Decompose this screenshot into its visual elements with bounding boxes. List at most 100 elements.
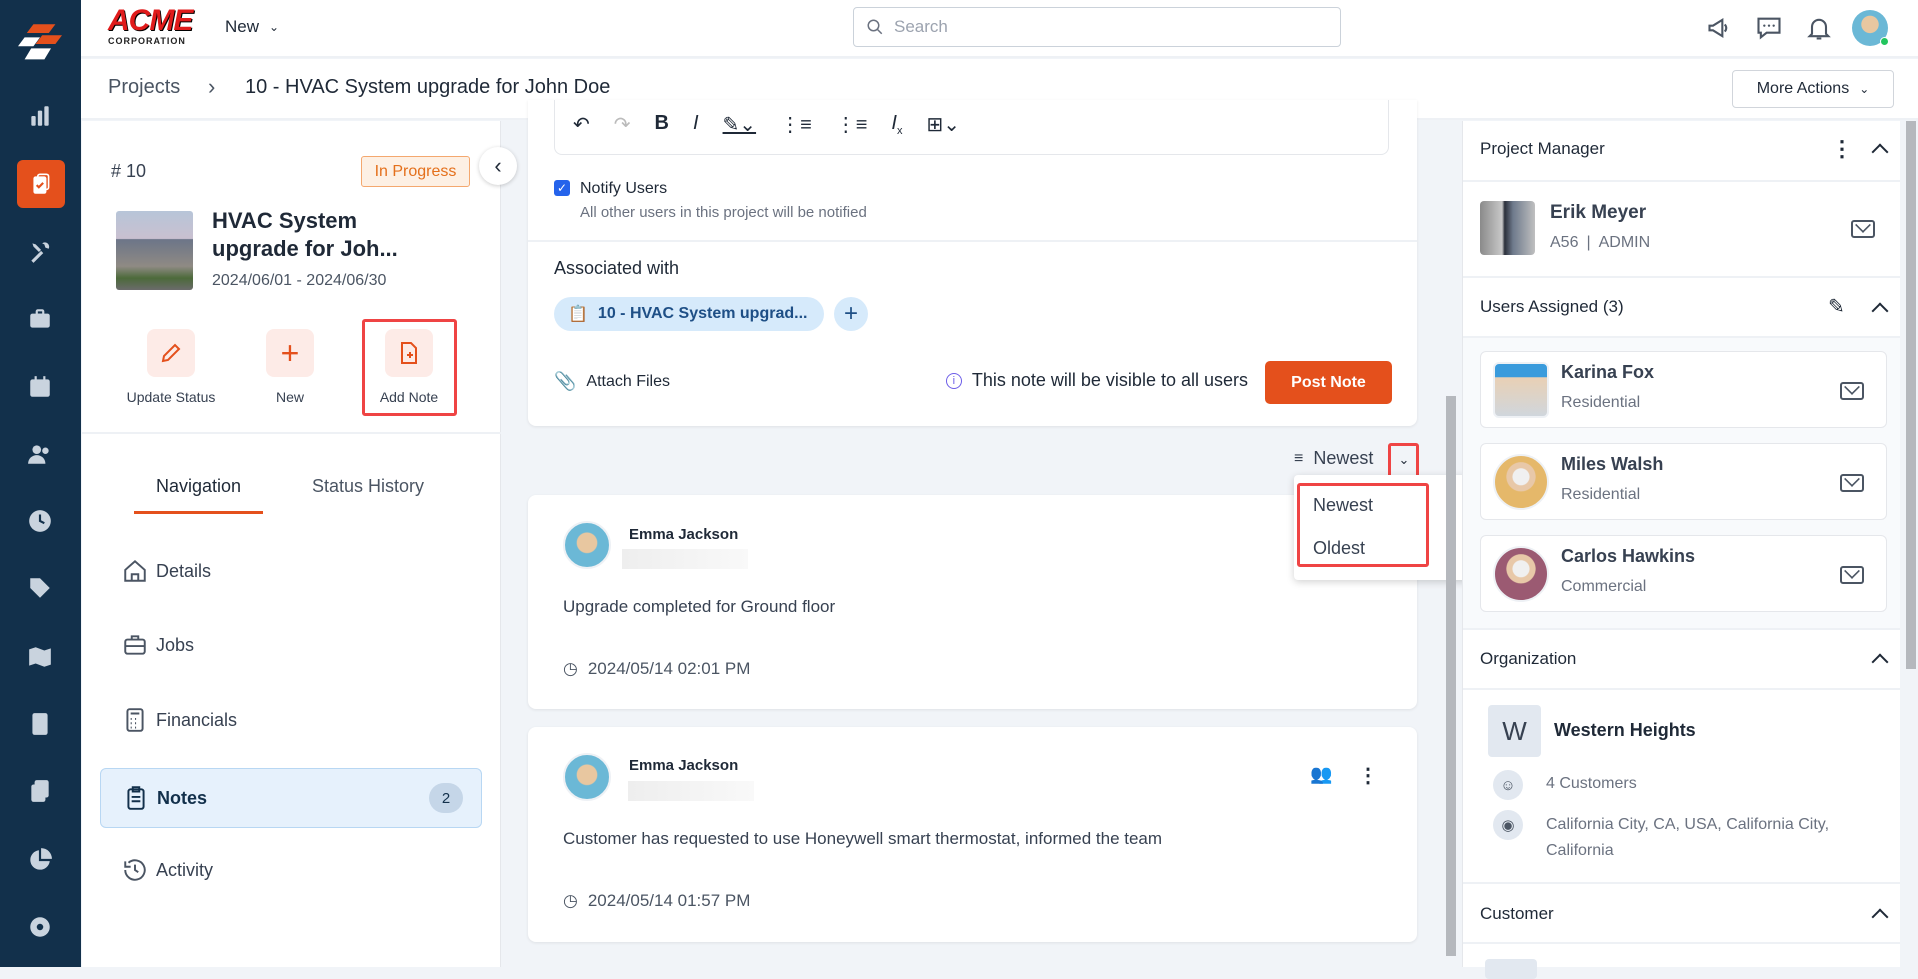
rich-text-editor[interactable]: ↶ ↷ BI ✎⌄ ⋮≡ ⋮≡ Ix ⊞⌄ bbox=[554, 100, 1389, 155]
edit-pencil-icon[interactable]: ✎ bbox=[1828, 294, 1845, 319]
redo-icon[interactable]: ↷ bbox=[614, 112, 631, 137]
associated-with-label: Associated with bbox=[554, 258, 680, 278]
organization-name[interactable]: Western Heights bbox=[1554, 720, 1696, 741]
nav-item-financials[interactable]: Financials bbox=[100, 690, 482, 750]
sidebar-map-icon[interactable] bbox=[22, 639, 58, 675]
note-card: Emma Jackson 👥 ⋮ Customer has requested … bbox=[528, 727, 1417, 942]
user-avatar[interactable] bbox=[1852, 10, 1889, 46]
note-text: Customer has requested to use Honeywell … bbox=[563, 829, 1163, 848]
associated-project-chip[interactable]: 📋 10 - HVAC System upgrad... bbox=[554, 297, 824, 331]
undo-icon[interactable]: ↶ bbox=[573, 112, 590, 137]
divider bbox=[1463, 688, 1900, 690]
details-scrollbar[interactable] bbox=[1906, 121, 1916, 669]
attach-files-button[interactable]: 📎 Attach Files bbox=[554, 371, 670, 392]
organization-heading: Organization bbox=[1480, 649, 1577, 668]
mail-icon[interactable] bbox=[1840, 566, 1864, 584]
highlight-icon[interactable]: ✎⌄ bbox=[723, 112, 757, 137]
manager-name: Erik Meyer bbox=[1550, 202, 1647, 223]
megaphone-icon[interactable] bbox=[1706, 14, 1734, 42]
sidebar-clock-icon[interactable] bbox=[22, 503, 58, 539]
top-bar: ACME CORPORATION New ⌄ Search bbox=[81, 0, 1918, 58]
numbered-list-icon[interactable]: ⋮≡ bbox=[836, 112, 868, 137]
project-house-image bbox=[116, 211, 193, 290]
organization-initial-avatar: W bbox=[1488, 705, 1541, 757]
customer-heading: Customer bbox=[1480, 904, 1554, 923]
search-input[interactable]: Search bbox=[853, 7, 1341, 47]
app-logo-icon[interactable] bbox=[18, 22, 62, 66]
sidebar-settings-icon[interactable] bbox=[22, 909, 58, 945]
sidebar-projects-button[interactable] bbox=[17, 160, 65, 208]
calculator-icon bbox=[126, 708, 144, 732]
sidebar-calculator-icon[interactable] bbox=[22, 706, 58, 742]
notify-users-label: Notify Users bbox=[580, 180, 668, 197]
page-title: 10 - HVAC System upgrade for John Doe bbox=[245, 76, 611, 98]
sidebar-dashboard-icon[interactable] bbox=[22, 98, 58, 134]
info-icon: i bbox=[945, 372, 962, 389]
acme-logo[interactable]: ACME CORPORATION bbox=[108, 6, 198, 50]
sidebar-tag-icon[interactable] bbox=[22, 570, 58, 606]
mail-icon[interactable] bbox=[1840, 382, 1864, 400]
italic-icon[interactable]: I bbox=[693, 112, 699, 137]
users-assigned-heading: Users Assigned (3) bbox=[1480, 297, 1624, 316]
table-icon[interactable]: ⊞⌄ bbox=[926, 112, 960, 137]
notify-users-checkbox[interactable]: ✓ bbox=[554, 180, 570, 196]
sort-dropdown[interactable]: ≡ Newest bbox=[1294, 448, 1373, 469]
collapse-panel-button[interactable]: ‹ bbox=[479, 147, 517, 185]
sidebar-reports-icon[interactable] bbox=[22, 842, 58, 878]
location-pin-icon: ◉ bbox=[1493, 810, 1523, 840]
bell-icon[interactable] bbox=[1805, 14, 1833, 42]
visibility-users-icon[interactable]: 👥 bbox=[1310, 764, 1332, 785]
tab-navigation[interactable]: Navigation bbox=[134, 476, 263, 497]
add-association-button[interactable]: + bbox=[834, 297, 868, 331]
more-options-icon[interactable]: ⋮ bbox=[1358, 763, 1378, 788]
sidebar-jobs-icon[interactable] bbox=[22, 301, 58, 337]
clipboard-icon bbox=[127, 786, 145, 810]
sidebar-tools-icon[interactable] bbox=[22, 234, 58, 270]
tab-status-history[interactable]: Status History bbox=[290, 476, 446, 497]
update-status-button[interactable]: Update Status bbox=[115, 329, 227, 405]
note-card: Emma Jackson Upgrade completed for Groun… bbox=[528, 495, 1417, 709]
organization-address: California City, CA, USA, California Cit… bbox=[1546, 816, 1830, 859]
user-card[interactable]: Carlos Hawkins Commercial bbox=[1480, 535, 1887, 612]
nav-item-jobs[interactable]: Jobs bbox=[100, 615, 482, 675]
breadcrumb-projects-link[interactable]: Projects bbox=[108, 76, 180, 99]
note-timestamp: ◷ 2024/05/14 02:01 PM bbox=[563, 659, 751, 678]
sidebar-calendar-icon[interactable] bbox=[22, 369, 58, 405]
new-menu-button[interactable]: New ⌄ bbox=[225, 17, 279, 37]
project-dates: 2024/06/01 - 2024/06/30 bbox=[212, 272, 387, 289]
chat-icon[interactable] bbox=[1755, 14, 1783, 42]
chevron-down-icon: ⌄ bbox=[1859, 82, 1870, 96]
more-options-icon[interactable]: ⋮ bbox=[1831, 136, 1853, 162]
divider bbox=[528, 240, 1417, 242]
note-text: Upgrade completed for Ground floor bbox=[563, 597, 836, 616]
history-icon bbox=[124, 859, 146, 881]
nav-item-details[interactable]: Details bbox=[100, 541, 482, 601]
sidebar-users-icon[interactable] bbox=[22, 436, 58, 472]
new-button[interactable]: + New bbox=[240, 329, 340, 405]
home-icon bbox=[124, 559, 146, 582]
briefcase-icon bbox=[124, 635, 146, 655]
editor-toolbar: ↶ ↷ BI ✎⌄ ⋮≡ ⋮≡ Ix ⊞⌄ bbox=[573, 112, 960, 137]
bullet-list-icon[interactable]: ⋮≡ bbox=[780, 112, 812, 137]
nav-item-activity[interactable]: Activity bbox=[100, 840, 482, 900]
pencil-icon bbox=[147, 329, 195, 377]
bold-icon[interactable]: B bbox=[655, 112, 669, 137]
search-icon bbox=[867, 19, 883, 35]
active-tab-indicator bbox=[134, 511, 263, 514]
breadcrumb-separator-icon: › bbox=[208, 74, 216, 99]
user-card[interactable]: Miles Walsh Residential bbox=[1480, 443, 1887, 520]
person-icon: ☺ bbox=[1493, 770, 1523, 800]
main-scrollbar[interactable] bbox=[1446, 396, 1456, 956]
mail-icon[interactable] bbox=[1840, 474, 1864, 492]
sidebar-documents-icon[interactable] bbox=[22, 773, 58, 809]
user-photo bbox=[1493, 362, 1549, 418]
mail-icon[interactable] bbox=[1851, 220, 1875, 238]
more-actions-button[interactable]: More Actions ⌄ bbox=[1732, 70, 1894, 108]
post-note-button[interactable]: Post Note bbox=[1265, 361, 1392, 404]
clear-format-icon[interactable]: Ix bbox=[891, 112, 902, 137]
app-sidebar bbox=[0, 0, 81, 967]
notes-count-badge: 2 bbox=[429, 783, 463, 813]
nav-item-notes[interactable]: Notes 2 bbox=[100, 768, 482, 828]
user-card[interactable]: Karina Fox Residential bbox=[1480, 351, 1887, 428]
author-avatar bbox=[563, 521, 611, 569]
